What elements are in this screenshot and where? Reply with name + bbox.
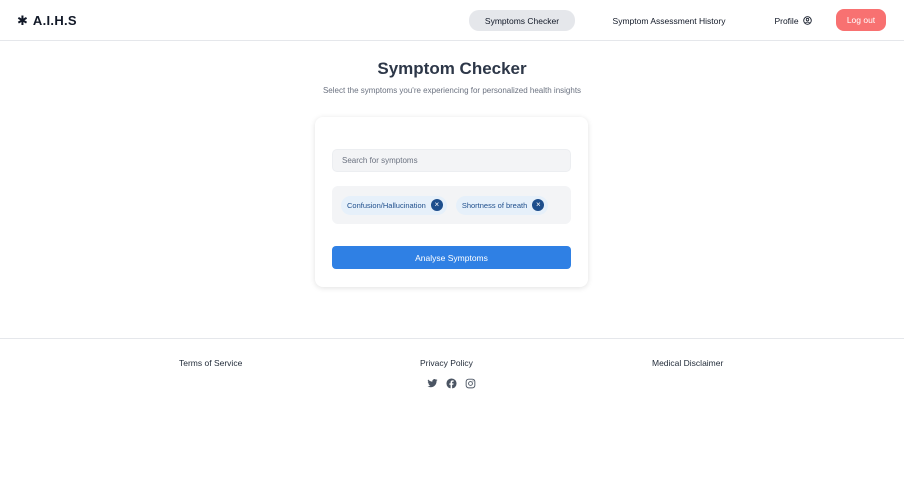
- symptom-chip-confusion-hallucination: Confusion/Hallucination ×: [341, 195, 447, 215]
- symptom-chip-label: Confusion/Hallucination: [347, 200, 426, 210]
- close-icon[interactable]: ×: [430, 199, 443, 211]
- selected-symptoms-list: Confusion/Hallucination × Shortness of b…: [332, 186, 571, 224]
- brand-name: A.I.H.S: [32, 12, 77, 28]
- symptom-chip-label: Shortness of breath: [461, 200, 528, 210]
- social-links: [427, 378, 476, 389]
- brand-logo[interactable]: ✱ A.I.H.S: [17, 11, 77, 29]
- close-icon[interactable]: ×: [532, 199, 545, 211]
- symptom-chip-shortness-of-breath: Shortness of breath ×: [455, 195, 549, 215]
- nav-symptoms-checker[interactable]: Symptoms Checker: [469, 10, 575, 31]
- user-circle-icon: [802, 16, 812, 25]
- twitter-icon[interactable]: [427, 378, 438, 389]
- page-title: Symptom Checker: [377, 59, 527, 78]
- nav-profile-label: Profile: [774, 15, 799, 26]
- top-navbar: ✱ A.I.H.S Symptoms Checker Symptom Asses…: [0, 0, 904, 41]
- analyse-symptoms-button[interactable]: Analyse Symptoms: [332, 246, 571, 269]
- footer: Terms of Service Privacy Policy Medical …: [0, 338, 904, 490]
- instagram-icon[interactable]: [465, 378, 476, 389]
- symptom-selector-card: Confusion/Hallucination × Shortness of b…: [315, 117, 588, 287]
- footer-link-privacy-policy[interactable]: Privacy Policy: [420, 358, 473, 368]
- footer-link-medical-disclaimer[interactable]: Medical Disclaimer: [652, 358, 723, 368]
- nav-symptom-assessment-history[interactable]: Symptom Assessment History: [607, 10, 731, 31]
- footer-link-terms-of-service[interactable]: Terms of Service: [179, 358, 242, 368]
- symptom-search-input[interactable]: [332, 149, 571, 172]
- asterisk-icon: ✱: [17, 12, 28, 28]
- page-subtitle: Select the symptoms you're experiencing …: [322, 86, 582, 95]
- logout-button[interactable]: Log out: [836, 9, 886, 31]
- facebook-icon[interactable]: [446, 378, 457, 389]
- nav-profile[interactable]: Profile: [768, 10, 818, 31]
